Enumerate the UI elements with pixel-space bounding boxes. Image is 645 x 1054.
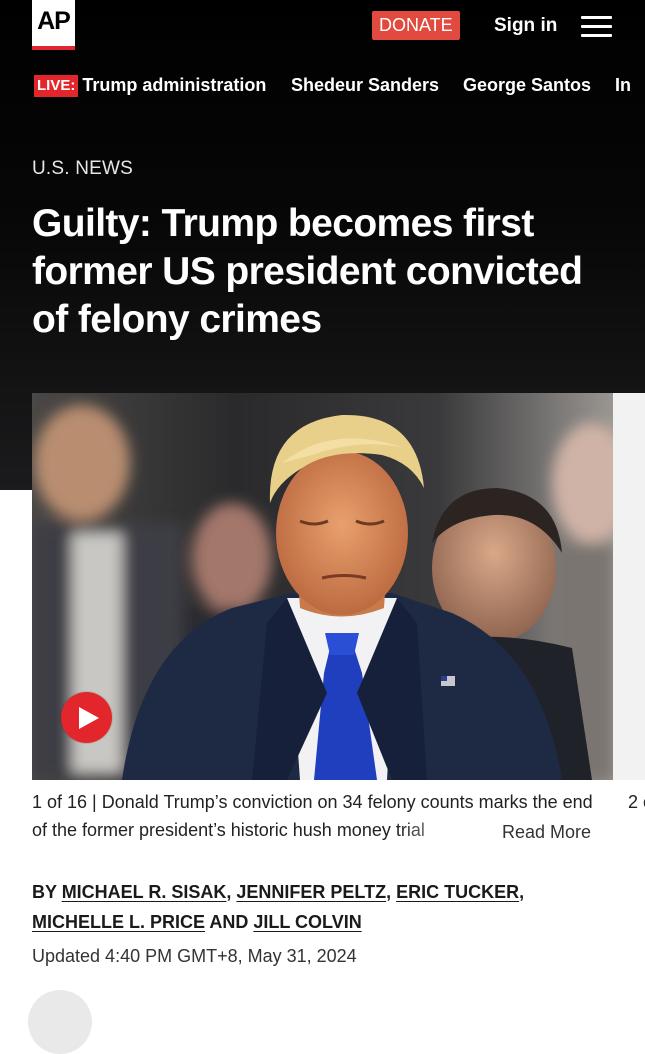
- nav-item-live[interactable]: LIVE: Trump administration: [34, 70, 266, 100]
- byline-sep: ,: [386, 882, 397, 902]
- author-link[interactable]: ERIC TUCKER: [396, 882, 519, 902]
- author-link[interactable]: MICHAEL R. SISAK: [62, 882, 227, 902]
- read-more-button[interactable]: Read More: [502, 818, 592, 846]
- live-badge: LIVE:: [34, 75, 79, 97]
- author-link[interactable]: MICHELLE L. PRICE: [32, 912, 205, 932]
- logo-text: AP: [37, 6, 71, 35]
- trending-nav: LIVE: Trump administration Shedeur Sander…: [0, 70, 645, 102]
- lead-photo[interactable]: [32, 393, 613, 780]
- author-link[interactable]: JENNIFER PELTZ: [236, 882, 386, 902]
- nav-item-george-santos[interactable]: George Santos: [463, 70, 591, 100]
- gallery-counter: 1 of 16 |: [32, 792, 97, 812]
- site-header: AP DONATE Sign in: [0, 0, 645, 60]
- byline-sep: ,: [519, 882, 525, 902]
- byline-prefix: BY: [32, 882, 62, 902]
- author-link[interactable]: JILL COLVIN: [253, 912, 361, 932]
- byline-sep: ,: [226, 882, 237, 902]
- donate-button[interactable]: DONATE: [372, 11, 460, 40]
- photo-illustration: [32, 393, 613, 780]
- next-photo-peek[interactable]: [613, 393, 645, 780]
- play-button[interactable]: [61, 692, 112, 743]
- updated-timestamp: Updated 4:40 PM GMT+8, May 31, 2024: [32, 946, 357, 966]
- nav-item-label: Trump administration: [82, 75, 267, 95]
- nav-item-next[interactable]: In: [615, 70, 631, 100]
- ap-logo[interactable]: AP: [32, 0, 75, 50]
- byline-and: AND: [205, 912, 254, 932]
- next-caption-peek: 2 of m: [628, 792, 645, 812]
- nav-item-shedeur-sanders[interactable]: Shedeur Sanders: [291, 70, 439, 100]
- byline: BY MICHAEL R. SISAK, JENNIFER PELTZ, ERI…: [32, 877, 602, 937]
- hamburger-menu-icon[interactable]: [581, 14, 613, 38]
- section-label[interactable]: U.S. NEWS: [32, 158, 133, 180]
- page-title: Guilty: Trump becomes first former US pr…: [32, 202, 583, 341]
- sign-in-link[interactable]: Sign in: [494, 13, 557, 39]
- play-icon: [78, 706, 99, 729]
